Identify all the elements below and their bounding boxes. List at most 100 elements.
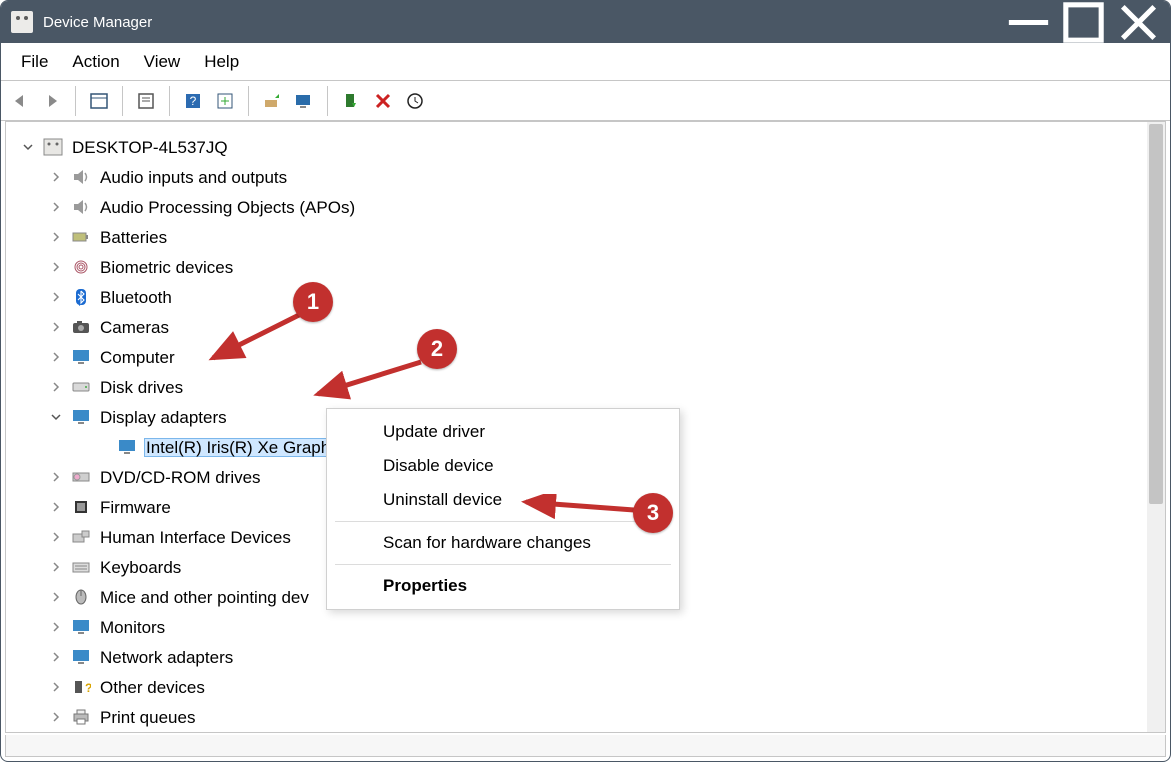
- chevron-right-icon[interactable]: [48, 469, 64, 485]
- menu-file[interactable]: File: [11, 46, 62, 78]
- monitor-icon: [70, 407, 92, 427]
- chevron-right-icon[interactable]: [48, 319, 64, 335]
- svg-text:?: ?: [190, 94, 197, 108]
- monitor-icon: [70, 347, 92, 367]
- context-separator: [335, 564, 671, 565]
- tree-category-label: Audio inputs and outputs: [98, 168, 289, 187]
- chevron-right-icon[interactable]: [48, 709, 64, 725]
- titlebar: Device Manager: [1, 1, 1170, 43]
- tree-root-label: DESKTOP-4L537JQ: [70, 138, 230, 157]
- printer-icon: [70, 707, 92, 727]
- chevron-down-icon[interactable]: [48, 409, 64, 425]
- tree-category-label: Monitors: [98, 618, 167, 637]
- menu-view[interactable]: View: [134, 46, 195, 78]
- scrollbar-thumb[interactable]: [1149, 124, 1163, 504]
- tree-category[interactable]: ? Other devices: [16, 672, 1147, 702]
- vertical-scrollbar[interactable]: [1147, 122, 1165, 732]
- callout-3: 3: [633, 493, 673, 533]
- camera-icon: [70, 317, 92, 337]
- chevron-right-icon[interactable]: [48, 649, 64, 665]
- tree-category-label: Bluetooth: [98, 288, 174, 307]
- help-button[interactable]: ?: [178, 86, 208, 116]
- tree-category-label: Keyboards: [98, 558, 183, 577]
- tree-category[interactable]: Cameras: [16, 312, 1147, 342]
- update-driver-button[interactable]: [257, 86, 287, 116]
- tree-category[interactable]: Computer: [16, 342, 1147, 372]
- speaker-icon: [70, 167, 92, 187]
- chevron-right-icon[interactable]: [48, 589, 64, 605]
- tree-category-label: Disk drives: [98, 378, 185, 397]
- monitor-icon: [70, 617, 92, 637]
- properties-button[interactable]: [131, 86, 161, 116]
- context-update-driver[interactable]: Update driver: [327, 415, 679, 449]
- callout-3-arrow: [516, 494, 641, 520]
- tree-category[interactable]: Batteries: [16, 222, 1147, 252]
- tree-category-label: Audio Processing Objects (APOs): [98, 198, 357, 217]
- tree-category-label: Mice and other pointing dev: [98, 588, 311, 607]
- computer-icon: [42, 137, 64, 157]
- context-disable-device[interactable]: Disable device: [327, 449, 679, 483]
- menu-action[interactable]: Action: [62, 46, 133, 78]
- tree-category-label: Batteries: [98, 228, 169, 247]
- minimize-button[interactable]: [1001, 1, 1056, 43]
- uninstall-device-button[interactable]: [368, 86, 398, 116]
- hid-icon: [70, 527, 92, 547]
- chevron-right-icon[interactable]: [48, 499, 64, 515]
- chevron-right-icon[interactable]: [48, 169, 64, 185]
- action-item-button[interactable]: [210, 86, 240, 116]
- chevron-right-icon[interactable]: [48, 379, 64, 395]
- callout-2-arrow: [306, 356, 431, 401]
- tree-category[interactable]: Monitors: [16, 612, 1147, 642]
- callout-1-arrow: [201, 306, 311, 366]
- enable-device-button[interactable]: [336, 86, 366, 116]
- speaker-icon: [70, 197, 92, 217]
- tree-category[interactable]: Audio Processing Objects (APOs): [16, 192, 1147, 222]
- monitor-icon: [70, 647, 92, 667]
- chevron-right-icon[interactable]: [48, 619, 64, 635]
- mouse-icon: [70, 587, 92, 607]
- unknown-icon: ?: [70, 677, 92, 697]
- menubar: File Action View Help: [1, 43, 1170, 81]
- tree-category[interactable]: Network adapters: [16, 642, 1147, 672]
- chevron-right-icon[interactable]: [48, 229, 64, 245]
- chevron-right-icon[interactable]: [48, 349, 64, 365]
- scan-hardware-button[interactable]: [400, 86, 430, 116]
- tree-category-label: Human Interface Devices: [98, 528, 293, 547]
- monitor-icon: [116, 437, 138, 457]
- context-scan-hardware[interactable]: Scan for hardware changes: [327, 526, 679, 560]
- show-hide-tree-button[interactable]: [84, 86, 114, 116]
- chevron-right-icon[interactable]: [48, 199, 64, 215]
- callout-1: 1: [293, 282, 333, 322]
- tree-category[interactable]: Disk drives: [16, 372, 1147, 402]
- context-properties[interactable]: Properties: [327, 569, 679, 603]
- tree-category-label: Computer: [98, 348, 177, 367]
- back-button[interactable]: [5, 86, 35, 116]
- menu-help[interactable]: Help: [194, 46, 253, 78]
- tree-category-label: Cameras: [98, 318, 171, 337]
- disable-device-button[interactable]: [289, 86, 319, 116]
- tree-category-label: Display adapters: [98, 408, 229, 427]
- chevron-right-icon[interactable]: [48, 559, 64, 575]
- context-separator: [335, 521, 671, 522]
- chevron-right-icon[interactable]: [48, 289, 64, 305]
- toolbar: ?: [1, 81, 1170, 121]
- maximize-button[interactable]: [1056, 1, 1111, 43]
- chevron-right-icon[interactable]: [48, 259, 64, 275]
- chevron-right-icon[interactable]: [48, 679, 64, 695]
- tree-category-label: Network adapters: [98, 648, 235, 667]
- forward-button[interactable]: [37, 86, 67, 116]
- close-button[interactable]: [1111, 1, 1166, 43]
- app-icon: [11, 11, 33, 33]
- tree-category[interactable]: Processors: [16, 732, 1147, 733]
- tree-category[interactable]: Audio inputs and outputs: [16, 162, 1147, 192]
- battery-icon: [70, 227, 92, 247]
- tree-category[interactable]: Biometric devices: [16, 252, 1147, 282]
- svg-text:?: ?: [85, 681, 91, 695]
- chevron-right-icon[interactable]: [48, 529, 64, 545]
- tree-device-label: Intel(R) Iris(R) Xe Graphics: [144, 438, 353, 457]
- tree-category[interactable]: Bluetooth: [16, 282, 1147, 312]
- chevron-down-icon[interactable]: [20, 139, 36, 155]
- tree-category[interactable]: Print queues: [16, 702, 1147, 732]
- tree-root[interactable]: DESKTOP-4L537JQ: [16, 132, 1147, 162]
- tree-category-label: Other devices: [98, 678, 207, 697]
